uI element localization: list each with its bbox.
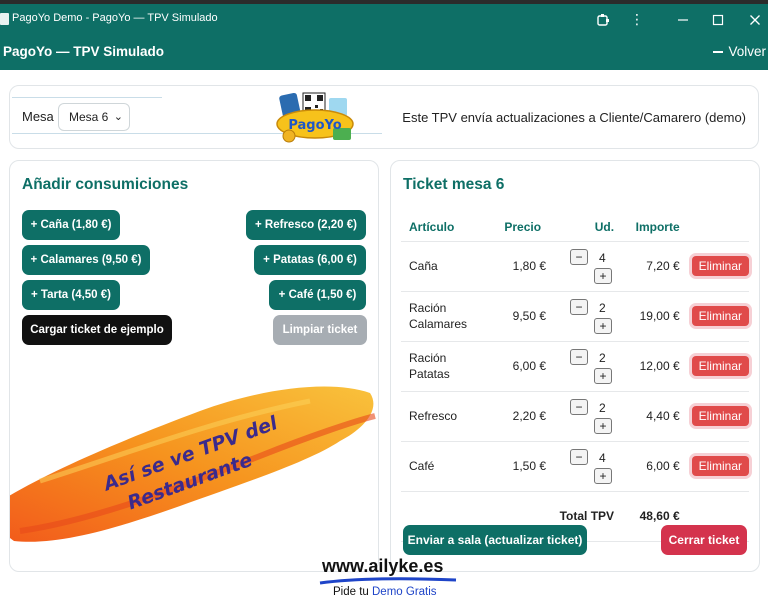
cell-importe: 6,00 € [622,441,680,492]
cell-precio: 1,50 € [488,441,553,492]
cell-precio: 2,20 € [488,391,553,442]
quantity-stepper[interactable]: −2 + [570,346,622,386]
close-ticket-button[interactable]: Cerrar ticket [661,525,747,555]
col-ud: Ud. [552,213,623,242]
add-refresco-button[interactable]: + Refresco (2,20 €) [246,210,366,240]
delete-item-button[interactable]: Eliminar [691,456,749,476]
cell-precio: 6,00 € [488,341,553,392]
quantity-stepper[interactable]: −4 + [570,246,622,286]
chevron-down-icon: ⌄ [113,111,123,123]
col-articulo: Artículo [401,213,489,242]
window-title: PagoYo Demo - PagoYo — TPV Simulado [12,12,218,24]
minimize-icon[interactable] [670,8,696,32]
add-cana-button[interactable]: + Caña (1,80 €) [22,210,120,240]
table-selector-card: Mesa Mesa 6 ⌄ PagoYo Este TPV envía actu… [9,85,759,149]
arrow-left-icon [713,50,724,53]
cell-importe: 19,00 € [622,291,680,342]
promo-brush-overlay: Así se ve TPV del Restaurante [10,386,376,542]
ticket-title: Ticket mesa 6 [403,176,505,193]
table-row: Café 1,50 € −4 +6,00 € Eliminar [401,441,749,492]
increment-button[interactable]: + [594,368,613,384]
table-row: Ración Calamares 9,50 € −2 +19,00 € Eliminar [401,291,749,342]
mesa-label: Mesa [22,109,54,124]
back-button[interactable]: Volver [713,44,766,59]
delete-item-button[interactable]: Eliminar [691,306,749,326]
col-precio: Precio [488,213,553,242]
cell-articulo: Caña [401,241,489,292]
brand-swoosh [319,577,457,585]
ticket-table: Artículo Precio Ud. Importe Caña 1,80 € −4… [401,213,749,542]
brand-tag-prefix: Pide tu [333,586,372,598]
logo-text: PagoYo [288,118,341,133]
add-patatas-button[interactable]: + Patatas (6,00 €) [254,245,366,275]
decrement-button[interactable]: − [570,249,589,265]
delete-item-button[interactable]: Eliminar [691,406,749,426]
add-items-card: Añadir consumiciones + Caña (1,80 €) + R… [9,160,379,572]
back-label: Volver [728,44,766,59]
increment-button[interactable]: + [594,418,613,434]
cell-importe: 4,40 € [622,391,680,442]
tpv-info-text: Este TPV envía actualizaciones a Cliente… [402,110,746,125]
brand-tag-highlight: Demo Gratis [372,586,437,598]
send-to-room-button[interactable]: Enviar a sala (actualizar ticket) [403,525,587,555]
app-icon [0,13,9,25]
quantity-value: 2 [599,301,606,315]
quantity-stepper[interactable]: −2 + [570,396,622,436]
add-cafe-button[interactable]: + Café (1,50 €) [269,280,366,310]
col-actions [679,213,749,242]
increment-button[interactable]: + [594,268,613,284]
cell-articulo: Refresco [401,391,489,442]
decrement-button[interactable]: − [570,399,589,415]
decor-line [12,97,162,98]
col-importe: Importe [622,213,680,242]
more-options-icon[interactable]: ⋮ [624,8,650,32]
increment-button[interactable]: + [594,468,613,484]
mesa-select[interactable]: Mesa 6 ⌄ [58,103,130,131]
table-row: Caña 1,80 € −4 +7,20 € Eliminar [401,241,749,292]
page-title: PagoYo — TPV Simulado [3,44,165,59]
app-header: PagoYo — TPV Simulado Volver [0,36,768,70]
cell-precio: 1,80 € [488,241,553,292]
decrement-button[interactable]: − [570,299,589,315]
cell-articulo: Ración Patatas [401,341,489,392]
cell-articulo: Café [401,441,489,492]
add-items-title: Añadir consumiciones [22,176,189,193]
delete-item-button[interactable]: Eliminar [691,356,749,376]
mesa-selected-value: Mesa 6 [69,110,109,124]
decrement-button[interactable]: − [570,449,589,465]
brand-site: www.ailyke.es [322,556,444,576]
cell-articulo: Ración Calamares [401,291,489,342]
close-icon[interactable] [742,8,768,32]
load-sample-ticket-button[interactable]: Cargar ticket de ejemplo [22,315,172,345]
brand-tagline: Pide tu Demo Gratis [333,586,437,598]
brand-watermark: www.ailyke.es Pide tu Demo Gratis [318,556,458,606]
clear-ticket-button[interactable]: Limpiar ticket [273,315,367,345]
cell-importe: 7,20 € [622,241,680,292]
quantity-value: 2 [599,351,606,365]
cell-importe: 12,00 € [622,341,680,392]
table-row: Ración Patatas 6,00 € −2 +12,00 € Eliminar [401,341,749,392]
extensions-icon[interactable] [590,8,616,32]
quantity-stepper[interactable]: −4 + [570,446,622,486]
quantity-stepper[interactable]: −2 + [570,296,622,336]
increment-button[interactable]: + [594,318,613,334]
pagoyo-logo: PagoYo [276,92,354,143]
cell-precio: 9,50 € [488,291,553,342]
quantity-value: 2 [599,401,606,415]
ticket-body: Caña 1,80 € −4 +7,20 € Eliminar Ración Calama… [401,241,749,542]
window-titlebar: PagoYo Demo - PagoYo — TPV Simulado ⋮ [0,0,768,36]
decrement-button[interactable]: − [570,349,589,365]
add-calamares-button[interactable]: + Calamares (9,50 €) [22,245,150,275]
ticket-card: Ticket mesa 6 Artículo Precio Ud. Import… [390,160,760,572]
add-tarta-button[interactable]: + Tarta (4,50 €) [22,280,120,310]
maximize-icon[interactable] [705,8,731,32]
quantity-value: 4 [599,251,606,265]
delete-item-button[interactable]: Eliminar [691,256,749,276]
ticket-header-row: Artículo Precio Ud. Importe [401,213,749,242]
table-row: Refresco 2,20 € −2 +4,40 € Eliminar [401,391,749,442]
quantity-value: 4 [599,451,606,465]
